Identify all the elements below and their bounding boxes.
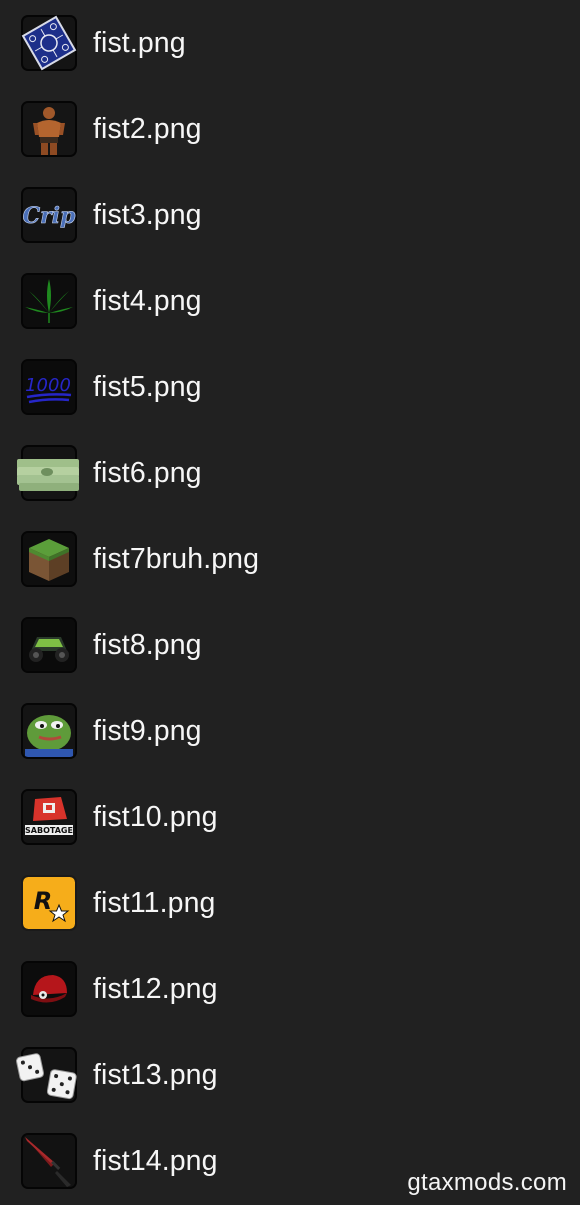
file-name: fist4.png [93, 285, 202, 317]
file-name: fist14.png [93, 1145, 218, 1177]
red-cap-icon [21, 961, 77, 1017]
file-name: fist8.png [93, 629, 202, 661]
file-item[interactable]: 1000 fist5.png [0, 344, 580, 430]
hundred-icon: 1000 [21, 359, 77, 415]
file-item[interactable]: fist12.png [0, 946, 580, 1032]
file-name: fist5.png [93, 371, 202, 403]
cash-stack-icon [17, 445, 79, 501]
file-item[interactable]: fist6.png [0, 430, 580, 516]
frog-icon [21, 703, 77, 759]
file-item[interactable]: fist2.png [0, 86, 580, 172]
file-name: fist13.png [93, 1059, 218, 1091]
file-item[interactable]: fist13.png [0, 1032, 580, 1118]
dice-icon [16, 1047, 77, 1103]
bandana-icon [21, 15, 77, 71]
file-name: fist11.png [93, 887, 216, 919]
file-name: fist7bruh.png [93, 543, 260, 575]
file-item[interactable]: R fist11.png [0, 860, 580, 946]
watermark: gtaxmods.com [407, 1169, 567, 1196]
knife-icon [21, 1133, 77, 1189]
svg-text:Crip: Crip [23, 203, 76, 229]
file-item[interactable]: fist.png [0, 0, 580, 86]
file-name: fist10.png [93, 801, 218, 833]
rockstar-logo-icon: R [21, 875, 77, 931]
file-name: fist3.png [93, 199, 202, 231]
file-name: fist2.png [93, 113, 202, 145]
leaf-icon [21, 273, 77, 329]
crip-text-icon: Crip [21, 187, 77, 243]
sabotage-logo-icon: SABOTAGE [21, 789, 77, 845]
green-car-icon [21, 617, 77, 673]
file-name: fist9.png [93, 715, 202, 747]
file-name: fist6.png [93, 457, 202, 489]
figure-icon [21, 101, 77, 157]
svg-text:1000: 1000 [25, 375, 71, 396]
file-item[interactable]: fist8.png [0, 602, 580, 688]
file-item[interactable]: fist4.png [0, 258, 580, 344]
grass-block-icon [21, 531, 77, 587]
file-name: fist12.png [93, 973, 218, 1005]
file-name: fist.png [93, 27, 186, 59]
file-item[interactable]: Crip fist3.png [0, 172, 580, 258]
svg-text:SABOTAGE: SABOTAGE [25, 826, 73, 835]
file-item[interactable]: fist9.png [0, 688, 580, 774]
file-item[interactable]: SABOTAGE fist10.png [0, 774, 580, 860]
file-item[interactable]: fist7bruh.png [0, 516, 580, 602]
